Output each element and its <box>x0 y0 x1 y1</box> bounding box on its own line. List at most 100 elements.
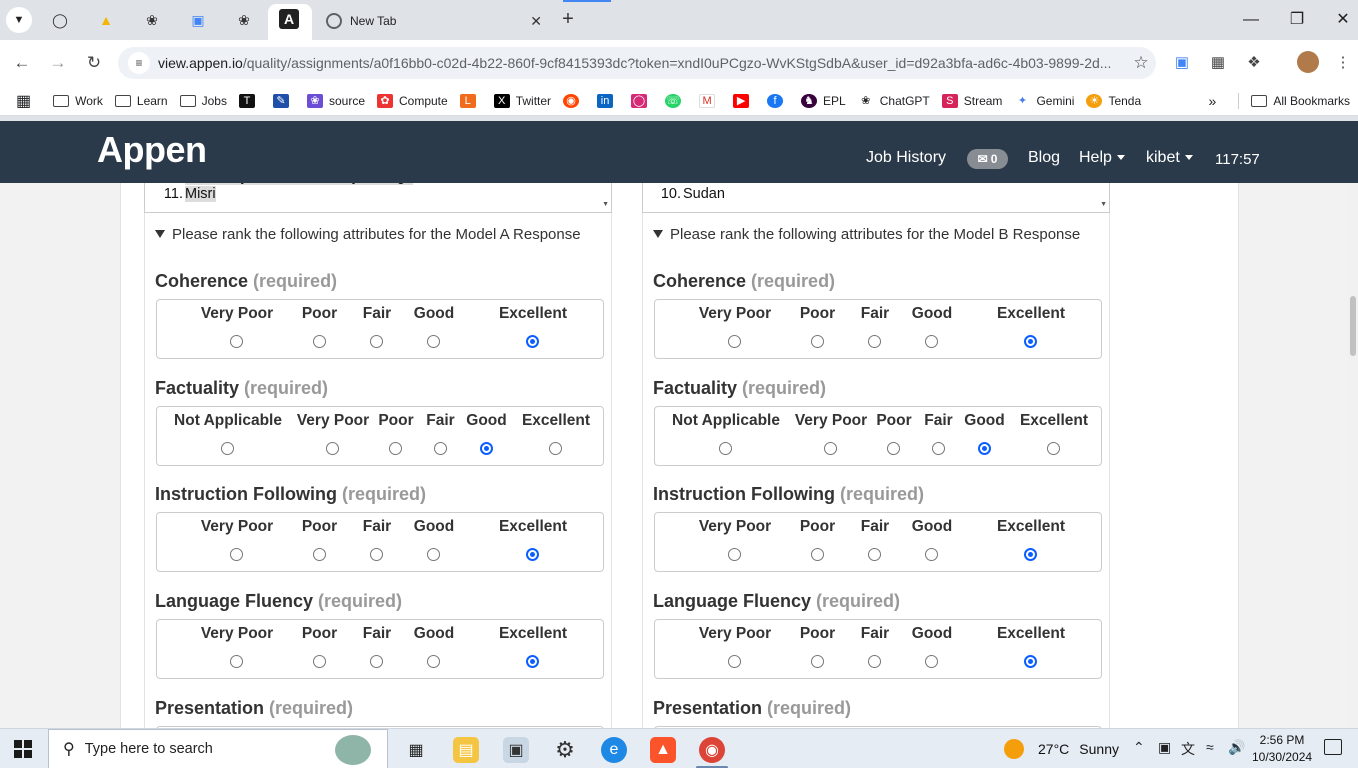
rating-option[interactable]: Very Poor <box>193 300 281 348</box>
bookmark-work[interactable]: Work <box>53 94 103 108</box>
new-tab-button[interactable]: + <box>557 8 579 30</box>
rating-radio[interactable] <box>1024 548 1037 561</box>
pinned-tab-chatgpt[interactable]: ❀ <box>140 8 164 32</box>
rating-radio[interactable] <box>810 335 824 348</box>
bookmark-reddit[interactable]: ◉ <box>563 93 585 108</box>
bookmark-epl[interactable]: ♞ EPL <box>801 93 846 108</box>
rating-option[interactable]: Fair <box>420 407 461 455</box>
bookmark-jobs[interactable]: Jobs <box>179 94 227 108</box>
bookmark-youtube[interactable]: ▶ <box>733 93 755 108</box>
rating-radio[interactable] <box>728 655 741 668</box>
site-info-icon[interactable]: ≡ <box>128 52 150 74</box>
bookmark-ls-icon[interactable]: L <box>459 93 482 108</box>
notification-center-icon[interactable] <box>1324 739 1342 755</box>
back-icon[interactable]: ← <box>10 51 34 75</box>
rating-radio[interactable] <box>1024 335 1037 348</box>
rating-option[interactable]: Good <box>410 513 458 561</box>
meet-now-icon[interactable]: ▣ <box>1158 739 1171 756</box>
rating-option[interactable]: Fair <box>857 513 893 561</box>
scroll-down-arrow-icon[interactable]: ▼ <box>1100 201 1107 208</box>
forward-icon[interactable]: → <box>46 51 70 75</box>
chevron-right-icon[interactable]: » <box>1209 93 1217 109</box>
bookmark-star-icon[interactable]: ☆ <box>1126 53 1156 73</box>
taskbar-clock[interactable]: 2:56 PM 10/30/2024 <box>1252 732 1312 766</box>
scroll-down-arrow-icon[interactable]: ▼ <box>602 201 609 208</box>
photos-icon[interactable]: ▣ <box>503 737 529 763</box>
mail-badge[interactable]: ✉ 0 <box>967 149 1008 169</box>
rating-radio[interactable] <box>1047 442 1060 455</box>
rating-option[interactable]: Excellent <box>490 300 576 348</box>
rating-option[interactable]: Very Poor <box>691 300 779 348</box>
window-close-icon[interactable]: ✕ <box>1331 8 1355 32</box>
chrome-icon[interactable]: ◉ <box>699 737 725 763</box>
rating-radio[interactable] <box>230 548 243 561</box>
rating-option[interactable]: Excellent <box>490 513 576 561</box>
rating-option[interactable]: Very Poor <box>193 620 281 668</box>
rating-option[interactable]: Fair <box>359 620 395 668</box>
bookmark-tenda[interactable]: ☀ Tenda <box>1086 93 1141 108</box>
rating-option[interactable]: Poor <box>297 300 342 348</box>
rating-radio[interactable] <box>931 442 945 455</box>
appen-logo[interactable]: Appen <box>97 129 207 171</box>
bookmark-blue-icon[interactable]: ✎ <box>272 93 295 108</box>
url-text[interactable]: view.appen.io/quality/assignments/a0f16b… <box>158 55 1126 71</box>
rating-option[interactable]: Poor <box>872 407 916 455</box>
rating-radio[interactable] <box>230 655 243 668</box>
task-view-icon[interactable]: ▦ <box>403 737 429 763</box>
rating-option[interactable]: Excellent <box>988 513 1074 561</box>
bookmark-source[interactable]: ❀ source <box>306 93 365 108</box>
rating-radio[interactable] <box>427 335 440 348</box>
rating-radio[interactable] <box>925 335 938 348</box>
rating-radio[interactable] <box>312 335 326 348</box>
rating-option[interactable]: Fair <box>857 300 893 348</box>
rating-radio[interactable] <box>326 442 339 455</box>
rating-option[interactable]: Poor <box>297 620 342 668</box>
rating-radio[interactable] <box>526 655 539 668</box>
wifi-icon[interactable]: ≈ <box>1206 739 1214 755</box>
reload-icon[interactable]: ↻ <box>82 51 106 75</box>
qr-code-icon[interactable]: ▦ <box>1206 51 1230 75</box>
volume-icon[interactable]: 🔊 <box>1228 739 1245 756</box>
rating-option[interactable]: Excellent <box>514 407 598 455</box>
address-bar[interactable]: ≡ view.appen.io/quality/assignments/a0f1… <box>118 47 1156 79</box>
chevron-up-icon[interactable]: ⌃ <box>1133 739 1145 756</box>
bookmark-gmail[interactable]: M <box>699 93 721 108</box>
rating-option[interactable]: Very Poor <box>290 407 376 455</box>
rating-option[interactable]: Good <box>410 620 458 668</box>
bookmark-learn[interactable]: Learn <box>114 94 168 108</box>
close-tab-icon[interactable]: ✕ <box>530 13 542 30</box>
pinned-tab-drive[interactable]: ▲ <box>94 8 118 32</box>
rating-radio[interactable] <box>824 442 837 455</box>
bookmark-facebook[interactable]: f <box>767 93 789 108</box>
file-explorer-icon[interactable]: ▤ <box>453 737 479 763</box>
rating-radio[interactable] <box>221 442 234 455</box>
bookmark-whatsapp[interactable]: ☏ <box>665 93 687 108</box>
rating-summary-toggle[interactable]: Please rank the following attributes for… <box>653 226 1080 243</box>
rating-radio[interactable] <box>312 548 326 561</box>
rating-radio[interactable] <box>433 442 447 455</box>
rating-radio[interactable] <box>868 548 881 561</box>
rating-option[interactable]: Excellent <box>988 620 1074 668</box>
rating-radio[interactable] <box>370 655 383 668</box>
rating-option[interactable]: Excellent <box>988 300 1074 348</box>
rating-radio[interactable] <box>728 548 741 561</box>
scrollbar-thumb[interactable] <box>1350 296 1356 356</box>
restore-icon[interactable]: ❐ <box>1285 8 1309 32</box>
all-bookmarks-link[interactable]: All Bookmarks <box>1273 94 1350 108</box>
rating-option[interactable]: Good <box>959 407 1010 455</box>
rating-radio[interactable] <box>427 655 440 668</box>
page-scrollbar[interactable] <box>1348 121 1358 728</box>
rating-radio[interactable] <box>479 442 493 455</box>
rating-radio[interactable] <box>427 548 440 561</box>
rating-option[interactable]: Poor <box>795 300 840 348</box>
rating-radio[interactable] <box>389 442 402 455</box>
minimize-icon[interactable]: — <box>1239 8 1263 32</box>
weather-widget[interactable]: 27°C Sunny <box>1004 739 1119 759</box>
rating-option[interactable]: Good <box>461 407 512 455</box>
rating-option[interactable]: Very Poor <box>788 407 874 455</box>
rating-option[interactable]: Excellent <box>490 620 576 668</box>
rating-radio[interactable] <box>549 442 562 455</box>
rating-radio[interactable] <box>230 335 243 348</box>
rating-radio[interactable] <box>810 548 824 561</box>
pinned-tab-chatgpt-2[interactable]: ❀ <box>232 8 256 32</box>
